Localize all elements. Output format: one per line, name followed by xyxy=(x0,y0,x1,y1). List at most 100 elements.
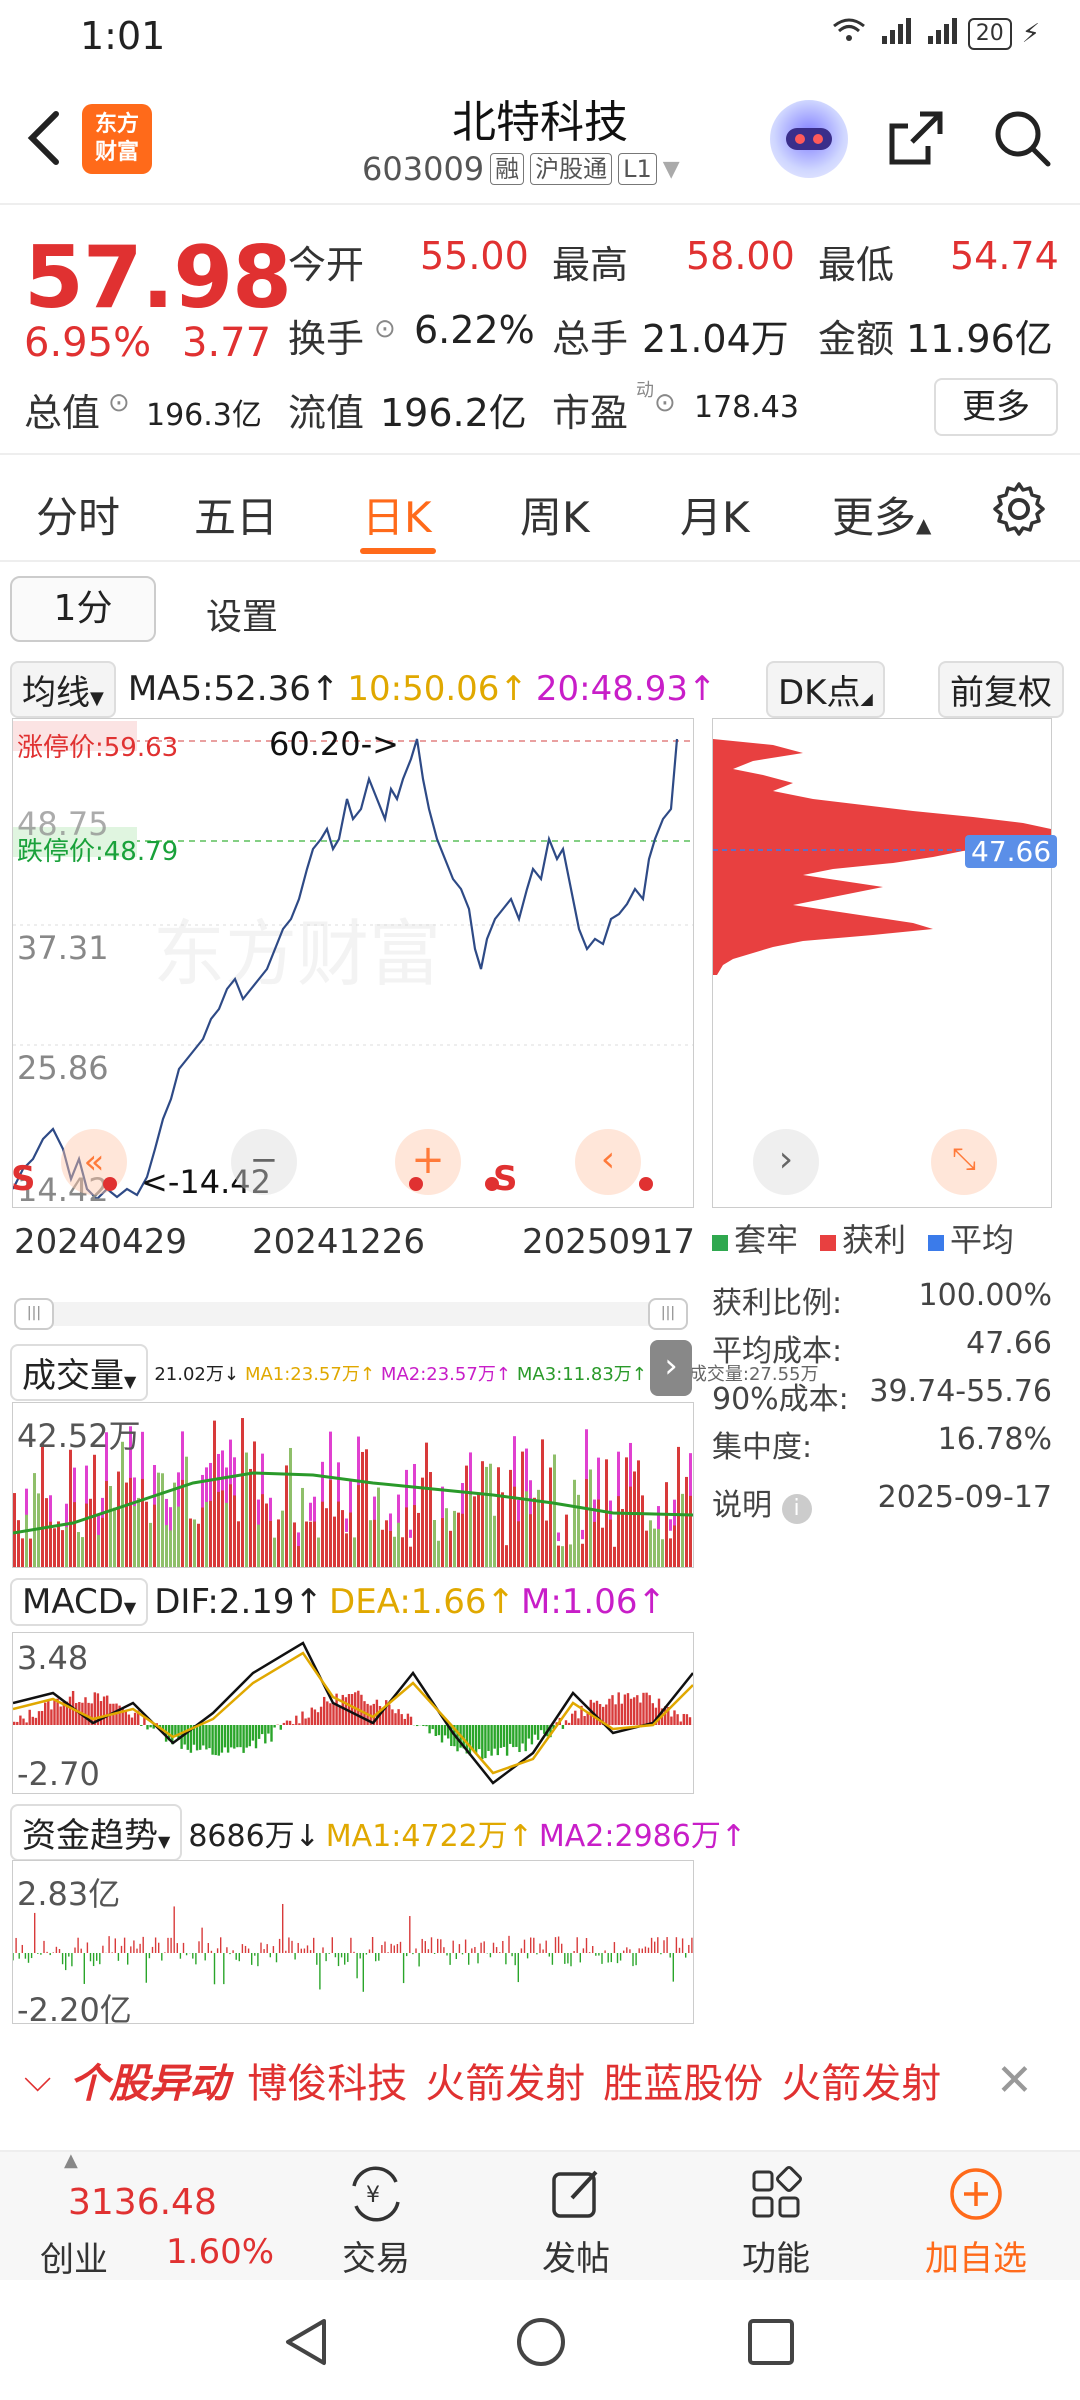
signal-icon-1 xyxy=(876,16,912,51)
macd-bar xyxy=(496,1725,499,1756)
macd-bar xyxy=(409,1716,413,1725)
volume-bar xyxy=(109,1486,112,1567)
volume-bar xyxy=(569,1544,572,1567)
macd-bar xyxy=(639,1702,642,1725)
index-widget[interactable]: ▲ 3136.48 创业 1.60% xyxy=(20,2150,274,2282)
macd-chart[interactable]: 3.48 -2.70 xyxy=(12,1632,695,1794)
nav-functions[interactable]: 功能 xyxy=(676,2152,876,2282)
caret-up-icon: ▲ xyxy=(64,2150,78,2171)
fund-ma2: MA2:2986万↑ xyxy=(538,1818,746,1854)
volume-bar xyxy=(293,1522,296,1567)
volume-bar-overlay xyxy=(345,1518,348,1532)
macd-bar xyxy=(332,1703,335,1725)
chart-settings-link[interactable]: 设置 xyxy=(206,588,278,640)
tab-daily-k[interactable]: 日K xyxy=(362,484,432,545)
volume-bar xyxy=(665,1482,668,1567)
info-icon[interactable]: ⊙ xyxy=(374,314,396,344)
volume-label: 总手 xyxy=(552,317,629,361)
fullscreen-icon[interactable]: ⤡ xyxy=(931,1129,997,1195)
macd-bar xyxy=(257,1725,261,1739)
volume-bar xyxy=(609,1519,612,1567)
macd-bar xyxy=(22,1718,25,1725)
stock-code-row[interactable]: 603009 融 沪股通 L1 ▼ xyxy=(362,150,680,188)
ma-selector[interactable]: 均线▼ xyxy=(10,660,116,718)
search-icon[interactable] xyxy=(990,106,1054,170)
nav-trade[interactable]: ¥ 交易 xyxy=(276,2152,476,2282)
stock-header: 东方 财富 北特科技 603009 融 沪股通 L1 ▼ xyxy=(0,80,1080,205)
price-adjust-button[interactable]: 前复权 xyxy=(938,660,1064,718)
legend-trapped: 套牢 xyxy=(712,1215,798,1261)
chip-distribution-chart[interactable]: 47.66 › ⤡ xyxy=(712,718,1058,1208)
macd-bar xyxy=(301,1711,304,1725)
macd-bar xyxy=(53,1699,56,1725)
share-icon[interactable] xyxy=(884,106,948,170)
back-triangle-icon[interactable] xyxy=(280,2315,334,2373)
tab-weekly-k[interactable]: 周K xyxy=(520,484,590,545)
scroll-left-fast-button[interactable]: « xyxy=(61,1129,127,1195)
volume-bar-overlay xyxy=(181,1431,184,1480)
mktcap-info-icon[interactable]: ⊙ xyxy=(108,388,130,418)
fund-chart[interactable]: 2.83亿 -2.20亿 xyxy=(12,1860,694,2029)
volume-selector[interactable]: 成交量▼ xyxy=(10,1344,149,1401)
fund-value: 8686万↓ xyxy=(188,1818,320,1854)
macd-bar xyxy=(567,1722,571,1725)
macd-bar xyxy=(233,1725,236,1749)
stock-alert-ticker[interactable]: ⌵ 个股异动 博俊科技 火箭发射 胜蓝股份 火箭发射 ✕ xyxy=(0,2040,1080,2120)
kline-chart[interactable]: 东方财富 涨停价:59.63 跌停价:48.79 60.20-> 48.75 3… xyxy=(11,718,694,1209)
macd-selector[interactable]: MACD▼ xyxy=(10,1578,149,1626)
macd-bar xyxy=(403,1718,406,1725)
charging-icon: ⚡ xyxy=(1021,18,1040,49)
tab-more[interactable]: 更多▲ xyxy=(832,484,931,545)
tab-monthly-k[interactable]: 月K xyxy=(680,484,750,545)
range-handle-right[interactable]: ||| xyxy=(648,1298,688,1330)
volume-bar xyxy=(149,1522,152,1567)
settings-gear-icon[interactable] xyxy=(990,480,1048,542)
fund-selector[interactable]: 资金趋势▼ xyxy=(10,1804,183,1861)
alert-item-4[interactable]: 火箭发射 xyxy=(781,2051,941,2109)
tab-five-day[interactable]: 五日 xyxy=(194,484,278,545)
nav-post[interactable]: 发帖 xyxy=(476,2152,676,2282)
dk-point-selector[interactable]: DK点◢ xyxy=(766,660,885,718)
volume-bar xyxy=(481,1461,484,1567)
scroll-left-button[interactable]: ‹ xyxy=(575,1129,641,1195)
pe-sup: 动 xyxy=(636,380,654,401)
macd-bar xyxy=(202,1725,205,1746)
volume-bar xyxy=(277,1519,280,1567)
volume-bar xyxy=(589,1469,592,1567)
chip-note-row[interactable]: 说明 i 2025-09-17 xyxy=(712,1480,1052,1524)
volume-bar xyxy=(137,1497,140,1567)
alert-item-3[interactable]: 胜蓝股份 xyxy=(603,2051,763,2109)
macd-bar xyxy=(267,1725,270,1734)
scroll-right-button[interactable]: › xyxy=(753,1129,819,1195)
pe-info-icon[interactable]: ⊙ xyxy=(654,388,676,418)
volume-ma3: MA3:11.83万↑ xyxy=(516,1363,647,1385)
nav-add-watchlist[interactable]: 加自选 xyxy=(876,2152,1076,2282)
macd-bar xyxy=(304,1718,307,1725)
more-quote-button[interactable]: 更多 xyxy=(934,378,1058,436)
macd-bar xyxy=(629,1698,633,1725)
indicator-expand-button[interactable]: › xyxy=(650,1340,692,1396)
home-circle-icon[interactable] xyxy=(514,2315,568,2373)
alert-item-1[interactable]: 博俊科技 xyxy=(247,2051,407,2109)
volume-bar-overlay xyxy=(221,1450,224,1491)
tab-intraday[interactable]: 分时 xyxy=(36,484,120,545)
signal-dot xyxy=(409,1177,423,1191)
alert-item-2[interactable]: 火箭发射 xyxy=(425,2051,585,2109)
range-slider[interactable]: ||| ||| xyxy=(14,1298,688,1330)
recents-square-icon[interactable] xyxy=(744,2315,798,2373)
signal-dot xyxy=(639,1177,653,1191)
volume-bar xyxy=(189,1518,192,1567)
zoom-in-button[interactable]: + xyxy=(395,1129,461,1195)
zoom-out-button[interactable]: − xyxy=(231,1129,297,1195)
period-1min-button[interactable]: 1分 xyxy=(10,576,156,642)
range-handle-left[interactable]: ||| xyxy=(14,1298,54,1330)
volume-bar xyxy=(545,1520,548,1567)
level-tag: L1 xyxy=(618,153,657,185)
macd-bar xyxy=(261,1725,264,1735)
assistant-avatar[interactable] xyxy=(770,100,848,178)
avg-cost-tag: 47.66 xyxy=(965,835,1058,868)
volume-bar-overlay xyxy=(257,1499,260,1525)
close-icon[interactable]: ✕ xyxy=(996,2055,1033,2106)
macd-bar xyxy=(605,1704,608,1725)
volume-chart[interactable]: 42.52万 xyxy=(12,1402,694,1568)
